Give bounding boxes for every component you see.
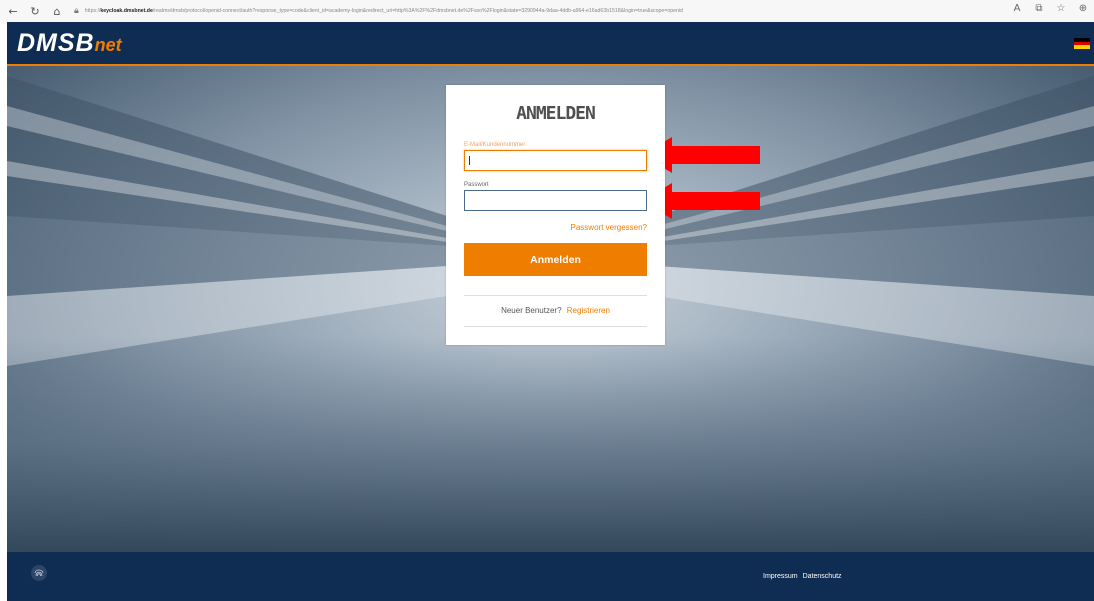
password-label: Passwort [464, 182, 489, 188]
divider [464, 326, 647, 327]
extensions-icon[interactable]: ⊕ [1076, 3, 1090, 14]
login-button[interactable]: Anmelden [464, 243, 647, 276]
logo-sub-text: net [94, 35, 122, 55]
site-header: DMSB net [7, 22, 1094, 66]
home-icon[interactable]: ⌂ [48, 2, 66, 20]
german-flag-icon[interactable] [1074, 38, 1090, 49]
register-link[interactable]: Registrieren [567, 306, 610, 315]
divider [464, 295, 647, 296]
favorites-icon[interactable]: ☆ [1054, 3, 1068, 14]
back-icon[interactable]: ← [4, 2, 22, 20]
email-label: E-Mail/Kundennummer [464, 142, 526, 148]
footer-links: Impressum Datenschutz [763, 573, 842, 580]
login-title: ANMELDEN [516, 103, 596, 124]
password-field[interactable] [464, 190, 647, 211]
email-field[interactable] [464, 150, 647, 171]
dmsbnet-logo[interactable]: DMSB net [17, 29, 122, 59]
logo-main-text: DMSB [17, 29, 95, 57]
datenschutz-link[interactable]: Datenschutz [803, 573, 842, 580]
url-path: /realms/dmsb/protocol/openid-connect/aut… [152, 8, 683, 14]
refresh-icon[interactable]: ↻ [26, 2, 44, 20]
site-footer: Impressum Datenschutz [7, 552, 1094, 601]
read-aloud-icon[interactable]: A [1010, 3, 1024, 14]
address-bar[interactable]: https://keycloak.dmsbnet.de/realms/dmsb/… [85, 8, 945, 14]
url-prefix: https:// [84, 8, 101, 14]
url-host: keycloak.dmsbnet.de [100, 8, 153, 14]
register-row: Neuer Benutzer? Registrieren [446, 306, 665, 315]
browser-toolbar: ← ↻ ⌂ 🔒︎ https://keycloak.dmsbnet.de/rea… [0, 0, 1094, 22]
collections-icon[interactable]: ⧉ [1032, 3, 1046, 14]
fingerprint-icon[interactable] [31, 565, 47, 581]
new-user-text: Neuer Benutzer? [501, 306, 562, 315]
impressum-link[interactable]: Impressum [763, 573, 798, 580]
browser-actions: A ⧉ ☆ ⊕ [1010, 3, 1090, 14]
forgot-password-link[interactable]: Passwort vergessen? [571, 223, 647, 232]
text-caret [469, 156, 470, 165]
login-card: ANMELDEN E-Mail/Kundennummer Passwort Pa… [446, 85, 665, 345]
lock-icon[interactable]: 🔒︎ [74, 6, 79, 16]
